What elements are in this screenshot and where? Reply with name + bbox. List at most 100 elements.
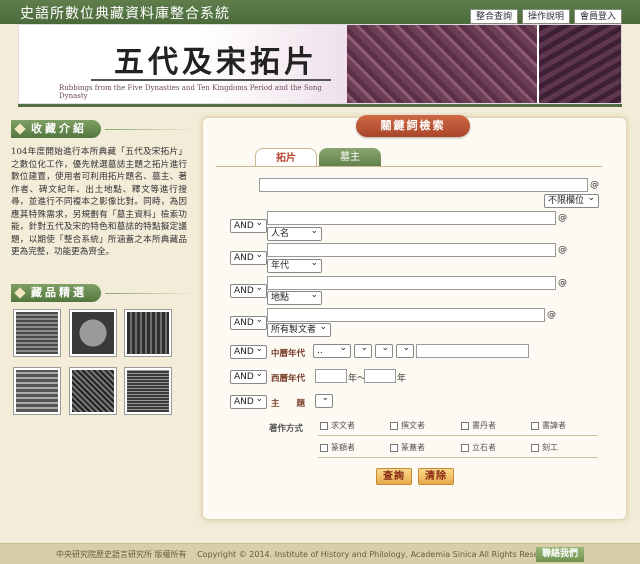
authorship-option[interactable]: 篆蓋者: [390, 442, 425, 453]
operator-select[interactable]: AND: [230, 282, 267, 298]
authorship-divider: [318, 457, 598, 458]
tab-rubbings[interactable]: 拓片: [255, 148, 317, 167]
at-symbol: @: [558, 278, 567, 288]
gallery-thumbnail[interactable]: [125, 310, 171, 356]
keyword-input-1[interactable]: [267, 211, 556, 225]
year-suffix: 年: [397, 374, 407, 384]
checkbox[interactable]: [531, 421, 539, 430]
keyword-input-3[interactable]: [267, 276, 556, 290]
footer-copyright: Copyright © 2014. Institute of History a…: [197, 550, 560, 559]
banner: 五代及宋拓片 Rubbings from the Five Dynasties …: [18, 24, 622, 104]
gallery-section-header: 藏品精選: [11, 282, 195, 304]
field-select-all[interactable]: 不限欄位: [544, 192, 599, 208]
checkbox[interactable]: [461, 443, 469, 452]
tab-tomb-owner[interactable]: 墓主: [319, 148, 381, 167]
keyword-input-2[interactable]: [267, 243, 556, 257]
field-select-4[interactable]: 所有製文者: [267, 321, 331, 337]
checkbox[interactable]: [390, 421, 398, 430]
authorship-option[interactable]: 刻工: [531, 442, 558, 453]
banner-rubbing-image-2: [539, 25, 621, 103]
western-era-label: 西曆年代: [271, 374, 306, 384]
subject-select[interactable]: [315, 392, 333, 408]
authorship-option-label: 求文者: [331, 421, 355, 430]
gallery-title: 藏品精選: [11, 284, 101, 302]
operator-select[interactable]: AND: [230, 249, 267, 265]
authorship-option-label: 書諱者: [542, 421, 566, 430]
operator-select[interactable]: AND: [230, 217, 267, 233]
dynasty-select[interactable]: ..: [313, 342, 351, 358]
field-select-1[interactable]: 人名: [267, 225, 322, 241]
authorship-option[interactable]: 篆額者: [320, 442, 355, 453]
gallery-thumbnail[interactable]: [14, 368, 60, 414]
checkbox[interactable]: [531, 443, 539, 452]
subject-label: 主 題: [271, 399, 306, 409]
authorship-option[interactable]: 立石者: [461, 442, 496, 453]
banner-subtitle: Rubbings from the Five Dynasties and Ten…: [59, 84, 322, 100]
operator-select[interactable]: AND: [230, 368, 267, 384]
authorship-option-label: 篆蓋者: [401, 443, 425, 452]
search-panel-title: 關鍵詞檢索: [356, 115, 470, 137]
gallery-thumbnail[interactable]: [125, 368, 171, 414]
checkbox[interactable]: [461, 421, 469, 430]
at-symbol: @: [558, 213, 567, 223]
section-divider: [105, 292, 195, 294]
search-tabs: 拓片 墓主: [255, 148, 381, 167]
about-title: 收藏介紹: [11, 120, 101, 138]
checkbox[interactable]: [320, 421, 328, 430]
western-year-to[interactable]: [364, 369, 396, 383]
nav-help[interactable]: 操作說明: [521, 9, 570, 24]
search-button[interactable]: 查詢: [376, 468, 412, 485]
banner-title: 五代及宋拓片: [114, 45, 318, 80]
banner-title-area: 五代及宋拓片 Rubbings from the Five Dynasties …: [19, 25, 349, 103]
era-name-select[interactable]: [375, 342, 393, 358]
authorship-option-label: 立石者: [472, 443, 496, 452]
gallery-thumbnail[interactable]: [14, 310, 60, 356]
at-symbol: @: [547, 310, 556, 320]
section-divider: [105, 128, 195, 130]
about-text: 104年度開始進行本所典藏「五代及宋拓片」之數位化工作，優先就選墓誌主題之拓片進…: [11, 147, 187, 257]
authorship-option-label: 撰文者: [401, 421, 425, 430]
site-title[interactable]: 史語所數位典藏資料庫整合系統: [20, 3, 230, 23]
authorship-option[interactable]: 書諱者: [531, 420, 566, 431]
nav-integrated-search[interactable]: 整合查詢: [469, 9, 518, 24]
authorship-option[interactable]: 書丹者: [461, 420, 496, 431]
footer: 中央研究院歷史語言研究所 版權所有 Copyright © 2014. Inst…: [0, 543, 640, 564]
authorship-option[interactable]: 求文者: [320, 420, 355, 431]
about-section-header: 收藏介紹: [11, 118, 195, 140]
authorship-option-label: 書丹者: [472, 421, 496, 430]
operator-select[interactable]: AND: [230, 393, 267, 409]
contact-button[interactable]: 聯絡我們: [536, 547, 584, 562]
banner-rubbing-image: [347, 25, 537, 103]
chinese-era-input[interactable]: [416, 344, 529, 358]
authorship-label: 著作方式: [269, 424, 304, 434]
banner-divider: [91, 79, 331, 81]
top-bar: 史語所數位典藏資料庫整合系統 整合查詢 操作說明 會員登入: [0, 0, 640, 24]
field-select-3[interactable]: 地點: [267, 289, 322, 305]
tab-underline: [216, 166, 602, 167]
era-year-select[interactable]: [396, 342, 414, 358]
footer-text: 中央研究院歷史語言研究所 版權所有 Copyright © 2014. Inst…: [56, 549, 567, 560]
checkbox[interactable]: [320, 443, 328, 452]
checkbox[interactable]: [390, 443, 398, 452]
gallery-thumbnail[interactable]: [70, 310, 116, 356]
banner-bottom-bar: [18, 104, 622, 107]
authorship-option[interactable]: 撰文者: [390, 420, 425, 431]
keyword-input-4[interactable]: [267, 308, 545, 322]
nav-login[interactable]: 會員登入: [573, 9, 622, 24]
keyword-input-all[interactable]: [259, 178, 588, 192]
chinese-era-label: 中曆年代: [271, 349, 306, 359]
authorship-option-label: 篆額者: [331, 443, 355, 452]
footer-institute: 中央研究院歷史語言研究所 版權所有: [56, 550, 187, 559]
operator-select[interactable]: AND: [230, 314, 267, 330]
top-nav: 整合查詢 操作說明 會員登入: [469, 9, 622, 24]
gallery-thumbnail[interactable]: [70, 368, 116, 414]
emperor-select[interactable]: [354, 342, 372, 358]
field-select-2[interactable]: 年代: [267, 257, 322, 273]
western-year-from[interactable]: [315, 369, 347, 383]
authorship-divider: [318, 435, 598, 436]
operator-select[interactable]: AND: [230, 343, 267, 359]
at-symbol: @: [558, 245, 567, 255]
at-symbol: @: [590, 180, 599, 190]
clear-button[interactable]: 清除: [418, 468, 454, 485]
authorship-option-label: 刻工: [542, 443, 558, 452]
